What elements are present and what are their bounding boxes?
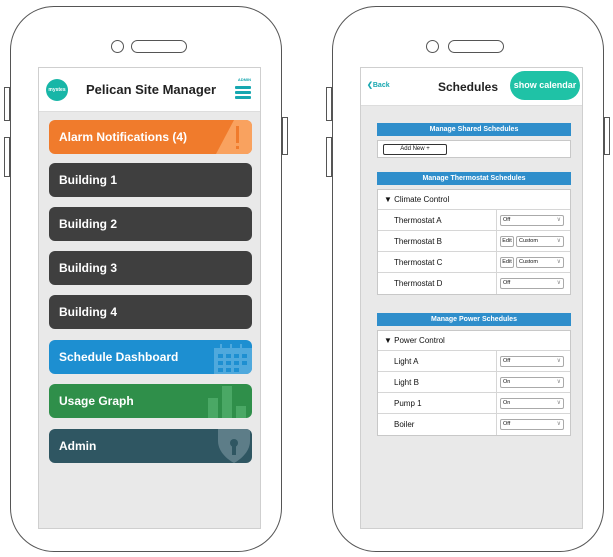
- device-name: Light A: [394, 357, 419, 366]
- select-value: On: [503, 400, 511, 406]
- tile-label: Schedule Dashboard: [59, 350, 179, 364]
- tile-label: Building 2: [59, 217, 117, 231]
- device-name: Pump 1: [394, 399, 422, 408]
- back-label: Back: [372, 82, 390, 89]
- table-row: Boiler Off ∨: [378, 414, 570, 435]
- schedule-select[interactable]: Custom ∨: [516, 257, 564, 268]
- tile-building-4[interactable]: Building 4: [49, 295, 252, 329]
- chevron-down-icon: ∨: [556, 421, 561, 427]
- side-button: [4, 87, 10, 121]
- schedule-select[interactable]: Off ∨: [500, 215, 564, 226]
- schedule-select[interactable]: On ∨: [500, 377, 564, 388]
- edit-button[interactable]: Edit: [500, 257, 514, 268]
- thermostat-schedules-header: Manage Thermostat Schedules: [377, 172, 571, 185]
- tile-admin[interactable]: Admin: [49, 429, 252, 463]
- tile-building-1[interactable]: Building 1: [49, 163, 252, 197]
- schedule-select[interactable]: Off ∨: [500, 419, 564, 430]
- side-button: [326, 87, 332, 121]
- chevron-down-icon: ∨: [556, 280, 561, 286]
- app-header: mystes Pelican Site Manager ADMIN: [39, 68, 260, 112]
- schedule-select[interactable]: Off ∨: [500, 278, 564, 289]
- speaker-icon: [131, 40, 187, 53]
- side-button: [326, 137, 332, 177]
- table-row: Light A Off ∨: [378, 351, 570, 372]
- power-schedules-panel: ▼ Power Control Light A Off ∨ Light B On ∨…: [377, 330, 571, 436]
- add-new-button[interactable]: Add New +: [383, 144, 447, 155]
- schedule-select[interactable]: On ∨: [500, 398, 564, 409]
- shared-schedules-panel: Add New +: [377, 140, 571, 158]
- tile-label: Building 1: [59, 173, 117, 187]
- thermostat-schedules-panel: ▼ Climate Control Thermostat A Off ∨ Ther…: [377, 189, 571, 295]
- side-button: [282, 117, 288, 155]
- device-name: Thermostat B: [394, 237, 443, 246]
- speaker-icon: [448, 40, 504, 53]
- table-row: Thermostat B Edit Custom ∨: [378, 231, 570, 252]
- side-button: [604, 117, 610, 155]
- tile-usage-graph[interactable]: Usage Graph: [49, 384, 252, 418]
- table-row: Thermostat A Off ∨: [378, 210, 570, 231]
- phone-frame-left: mystes Pelican Site Manager ADMIN Alarm …: [4, 6, 288, 552]
- back-button[interactable]: ❮Back: [367, 81, 390, 89]
- mystes-logo: mystes: [46, 79, 68, 101]
- chevron-down-icon: ∨: [556, 259, 561, 265]
- tile-label: Admin: [59, 439, 97, 453]
- lock-icon: [218, 429, 250, 463]
- warning-icon: [216, 120, 252, 154]
- select-value: Off: [503, 421, 511, 427]
- device-name: Boiler: [394, 420, 415, 429]
- select-value: Custom: [519, 238, 538, 244]
- chevron-down-icon: ∨: [556, 379, 561, 385]
- left-screen: mystes Pelican Site Manager ADMIN Alarm …: [38, 67, 261, 529]
- select-value: Off: [503, 358, 511, 364]
- tile-building-2[interactable]: Building 2: [49, 207, 252, 241]
- tile-building-3[interactable]: Building 3: [49, 251, 252, 285]
- chevron-down-icon: ∨: [556, 217, 561, 223]
- admin-label: ADMIN: [237, 77, 251, 82]
- device-name: Thermostat C: [394, 258, 443, 267]
- power-control-group[interactable]: ▼ Power Control: [378, 331, 570, 351]
- phone-frame-right: ❮Back Schedules show calendar Manage Sha…: [326, 6, 610, 552]
- tile-label: Alarm Notifications (4): [59, 130, 188, 144]
- page-title: Schedules: [438, 80, 499, 94]
- edit-button[interactable]: Edit: [500, 236, 514, 247]
- bar-graph-icon: [208, 386, 246, 418]
- calendar-icon: [214, 344, 252, 374]
- tile-alarm-notifications[interactable]: Alarm Notifications (4): [49, 120, 252, 154]
- table-row: Thermostat D Off ∨: [378, 273, 570, 294]
- power-schedules-header: Manage Power Schedules: [377, 313, 571, 326]
- camera-icon: [111, 40, 124, 53]
- tile-label: Building 4: [59, 305, 117, 319]
- show-calendar-button[interactable]: show calendar: [510, 71, 580, 100]
- device-name: Thermostat D: [394, 279, 443, 288]
- side-button: [4, 137, 10, 177]
- tile-schedule-dashboard[interactable]: Schedule Dashboard: [49, 340, 252, 374]
- select-value: Custom: [519, 259, 538, 265]
- schedule-select[interactable]: Custom ∨: [516, 236, 564, 247]
- table-row: Thermostat C Edit Custom ∨: [378, 252, 570, 273]
- schedules-header: ❮Back Schedules show calendar: [361, 68, 582, 106]
- tile-label: Usage Graph: [59, 394, 134, 408]
- chevron-down-icon: ∨: [556, 400, 561, 406]
- select-value: Off: [503, 280, 511, 286]
- schedule-select[interactable]: Off ∨: [500, 356, 564, 367]
- camera-icon: [426, 40, 439, 53]
- table-row: Light B On ∨: [378, 372, 570, 393]
- device-name: Light B: [394, 378, 419, 387]
- table-row: Pump 1 On ∨: [378, 393, 570, 414]
- select-value: Off: [503, 217, 511, 223]
- right-screen: ❮Back Schedules show calendar Manage Sha…: [360, 67, 583, 529]
- device-name: Thermostat A: [394, 216, 442, 225]
- hamburger-menu-icon[interactable]: [235, 86, 251, 100]
- tile-label: Building 3: [59, 261, 117, 275]
- select-value: On: [503, 379, 511, 385]
- climate-control-group[interactable]: ▼ Climate Control: [378, 190, 570, 210]
- shared-schedules-header: Manage Shared Schedules: [377, 123, 571, 136]
- chevron-down-icon: ∨: [556, 358, 561, 364]
- app-title: Pelican Site Manager: [86, 82, 217, 97]
- chevron-down-icon: ∨: [556, 238, 561, 244]
